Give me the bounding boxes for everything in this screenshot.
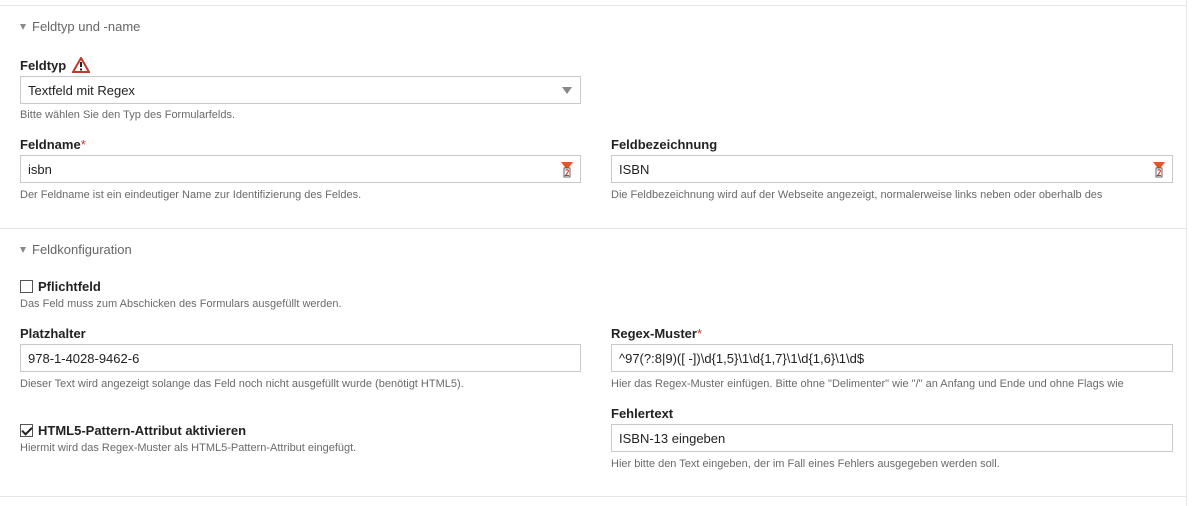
field-name-input[interactable]: isbn [20,155,581,183]
error-text-value: ISBN-13 eingeben [619,431,726,446]
section-title: Feldtyp und -name [32,19,141,34]
warning-triangle-icon [72,57,91,73]
field-name-value: isbn [28,162,52,177]
html5-pattern-checkbox[interactable] [20,424,33,437]
field-type-label-text: Feldtyp [20,57,67,73]
required-checkbox-label[interactable]: Pflichtfeld [38,279,101,294]
required-mark: * [696,326,703,341]
required-help: Das Feld muss zum Abschicken des Formula… [20,298,342,310]
bottom-border [0,496,1186,497]
chevron-down-icon [562,87,572,94]
field-name-label-text: Feldname [20,137,81,152]
translate-icon[interactable] [1152,161,1166,178]
section-divider [0,228,1186,229]
caret-down-icon [20,247,26,253]
error-text-label: Fehlertext [611,406,674,421]
right-border [1186,0,1187,506]
html5-pattern-checkbox-label[interactable]: HTML5-Pattern-Attribut aktivieren [38,423,246,438]
placeholder-label: Platzhalter [20,326,86,341]
error-text-input[interactable]: ISBN-13 eingeben [611,424,1173,452]
regex-label-text: Regex-Muster [611,326,697,341]
caret-down-icon [20,24,26,30]
section-header-field-config[interactable]: Feldkonfiguration [20,242,132,257]
field-name-label: Feldname* [20,137,86,152]
placeholder-input[interactable]: 978-1-4028-9462-6 [20,344,581,372]
field-caption-help: Die Feldbezeichnung wird auf der Webseit… [611,189,1103,201]
field-type-value: Textfeld mit Regex [28,83,135,98]
field-caption-input[interactable]: ISBN [611,155,1173,183]
required-mark: * [80,137,86,152]
section-title: Feldkonfiguration [32,242,132,257]
placeholder-value: 978-1-4028-9462-6 [28,351,140,366]
regex-label: Regex-Muster* [611,326,702,341]
field-caption-value: ISBN [619,162,650,177]
regex-value: ^97(?:8|9)([ -])\d{1,5}\1\d{1,7}\1\d{1,6… [619,351,865,366]
section-header-field-type[interactable]: Feldtyp und -name [20,19,140,34]
translate-icon[interactable] [560,161,574,178]
regex-input[interactable]: ^97(?:8|9)([ -])\d{1,5}\1\d{1,7}\1\d{1,6… [611,344,1173,372]
html5-pattern-help: Hiermit wird das Regex-Muster als HTML5-… [20,442,357,454]
placeholder-help: Dieser Text wird angezeigt solange das F… [20,378,464,390]
field-name-help: Der Feldname ist ein eindeutiger Name zu… [20,189,362,201]
field-type-help: Bitte wählen Sie den Typ des Formularfel… [20,109,236,121]
error-text-help: Hier bitte den Text eingeben, der im Fal… [611,458,1000,470]
required-checkbox[interactable] [20,280,33,293]
top-border [0,5,1186,6]
field-type-label: Feldtyp [20,57,91,73]
field-caption-label: Feldbezeichnung [611,137,718,152]
regex-help: Hier das Regex-Muster einfügen. Bitte oh… [611,378,1124,390]
field-type-select[interactable]: Textfeld mit Regex [20,76,581,104]
